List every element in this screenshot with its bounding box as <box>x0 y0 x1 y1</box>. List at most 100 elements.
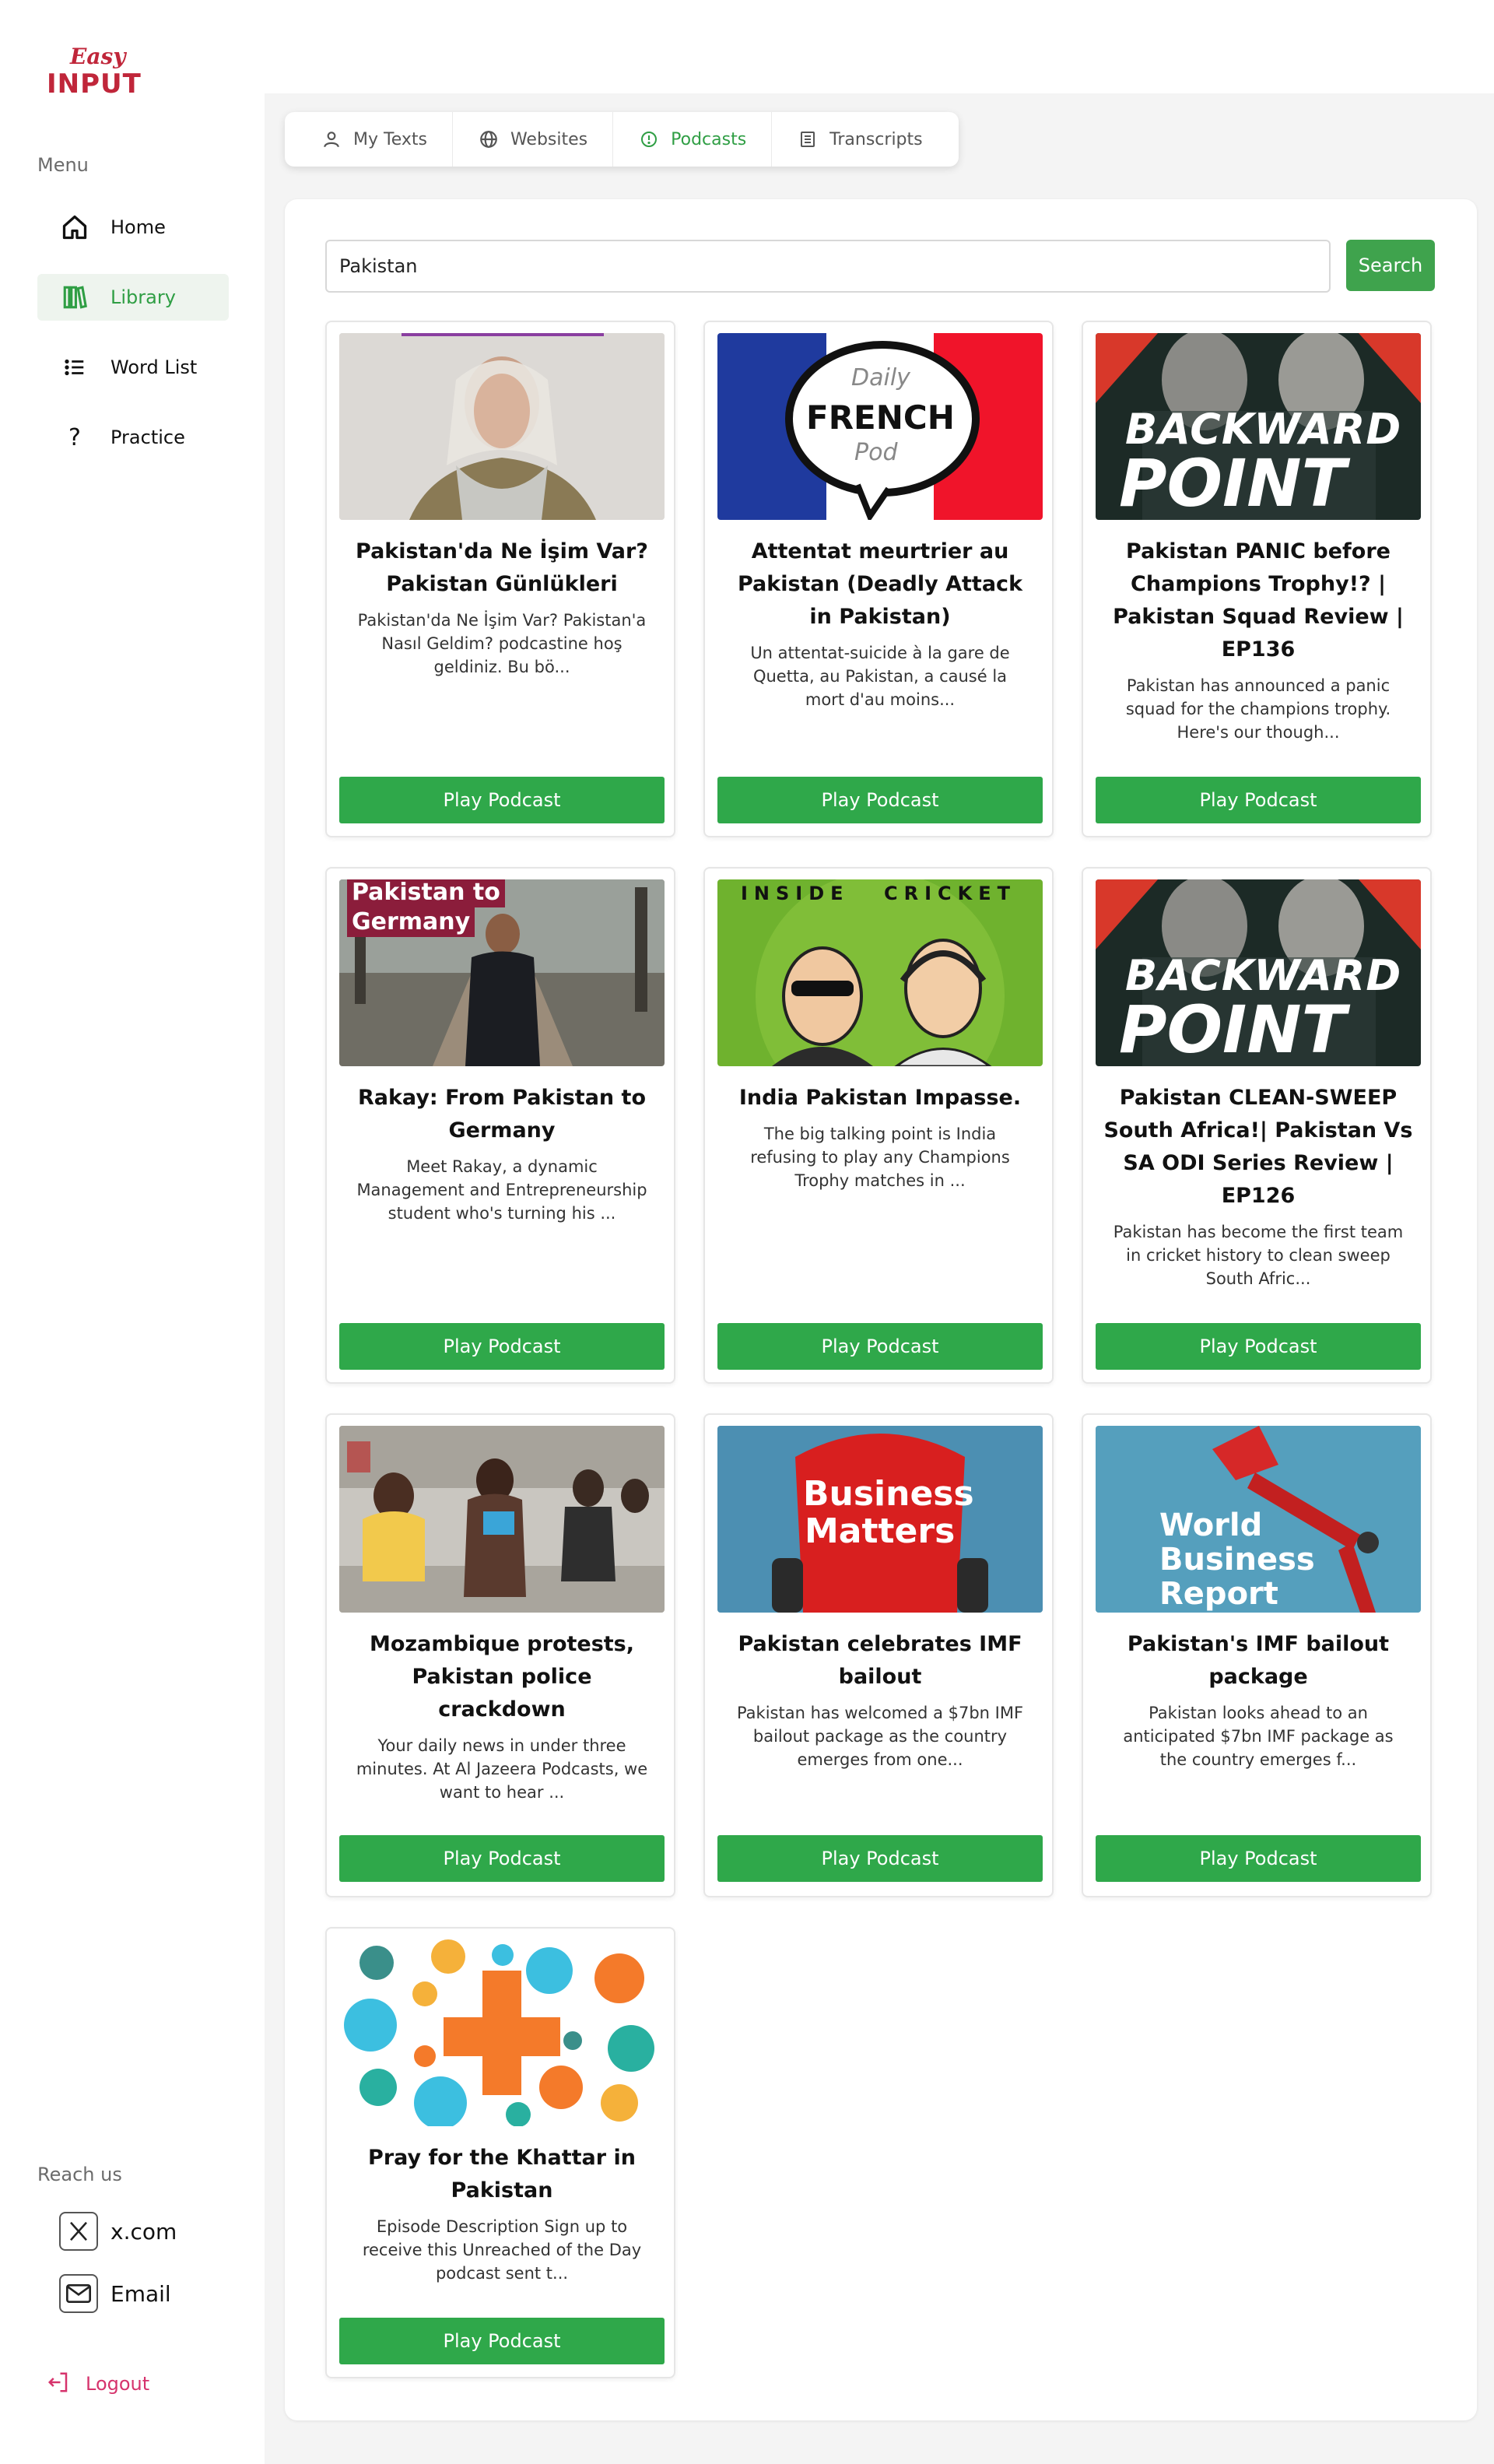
email-link[interactable]: Email <box>59 2274 171 2313</box>
sidebar-item-library[interactable]: Library <box>37 274 229 321</box>
podcast-card: Pakistan'da Ne İşim Var? Pakistan Günlük… <box>325 321 675 837</box>
play-podcast-button[interactable]: Play Podcast <box>717 1835 1043 1882</box>
reach-us-label: Reach us <box>37 2164 122 2185</box>
thumb-text: Pakistan to <box>347 879 505 907</box>
thumb-text: FRENCH <box>806 398 955 437</box>
logout-button[interactable]: Logout <box>47 2371 149 2397</box>
play-podcast-button[interactable]: Play Podcast <box>339 777 665 823</box>
document-icon <box>797 128 819 150</box>
logo-top-text: Easy <box>70 44 126 69</box>
sidebar-item-label: Library <box>110 286 176 308</box>
podcast-thumbnail: World Business Report <box>1096 1426 1421 1613</box>
thumb-text: Matters <box>805 1511 956 1551</box>
thumb-text: Daily <box>851 364 910 391</box>
play-podcast-button[interactable]: Play Podcast <box>717 777 1043 823</box>
logout-label: Logout <box>86 2373 150 2395</box>
sidebar-item-practice[interactable]: ? Practice <box>37 414 229 461</box>
podcast-title: Pakistan's IMF bailout package <box>1127 1632 1390 1689</box>
podcast-thumbnail <box>339 333 665 520</box>
podcast-description: The big talking point is India refusing … <box>750 1125 1010 1190</box>
sidebar-item-label: Practice <box>110 426 185 448</box>
user-icon <box>321 128 342 150</box>
search-input[interactable] <box>325 240 1331 293</box>
podcast-card: BACKWARD POINT Pakistan CLEAN-SWEEP Sout… <box>1082 867 1432 1384</box>
podcast-title: Pray for the Khattar in Pakistan <box>368 2146 636 2203</box>
tab-transcripts[interactable]: Transcripts <box>772 112 947 167</box>
thumb-text: CRICKET <box>884 883 1016 904</box>
info-circle-icon <box>638 128 660 150</box>
tab-my-texts[interactable]: My Texts <box>296 112 453 167</box>
x-icon <box>59 2212 98 2251</box>
podcast-card: Pakistan to Germany Rakay: From Pakistan… <box>325 867 675 1384</box>
play-podcast-button[interactable]: Play Podcast <box>1096 1835 1421 1882</box>
podcast-thumbnail: Pakistan to Germany <box>339 879 665 1066</box>
x-link-label: x.com <box>110 2218 177 2245</box>
question-icon: ? <box>68 423 81 451</box>
thumb-text: Business <box>1159 1542 1315 1578</box>
play-podcast-button[interactable]: Play Podcast <box>339 1323 665 1370</box>
sidebar-item-word-list[interactable]: Word List <box>37 344 229 391</box>
podcast-panel: Search Pakistan'da Ne İşim Var? Pakistan <box>285 199 1477 2420</box>
podcast-description: Pakistan'da Ne İşim Var? Pakistan'a Nası… <box>357 611 647 676</box>
podcast-title: Rakay: From Pakistan to Germany <box>357 1086 647 1142</box>
podcast-description: Episode Description Sign up to receive t… <box>362 2217 642 2283</box>
podcast-card: BACKWARD POINT Pakistan PANIC before Cha… <box>1082 321 1432 837</box>
podcast-description: Meet Rakay, a dynamic Management and Ent… <box>356 1157 647 1223</box>
podcast-card: INSIDE CRICKET India Pakistan Impasse. T… <box>703 867 1054 1384</box>
logo-bottom-text: INPUT <box>47 68 142 100</box>
easy-input-logo[interactable]: Easy INPUT <box>47 44 143 100</box>
tab-label: Transcripts <box>829 129 923 149</box>
sidebar-item-label: Home <box>110 216 166 238</box>
podcast-title: Pakistan PANIC before Champions Trophy!?… <box>1113 539 1404 662</box>
email-link-label: Email <box>110 2280 171 2307</box>
podcast-thumbnail: Daily FRENCH Pod <box>717 333 1043 520</box>
source-tabs: My Texts Websites Podcasts Transcripts <box>285 112 959 167</box>
sidebar-item-home[interactable]: Home <box>37 204 229 251</box>
play-podcast-button[interactable]: Play Podcast <box>339 2318 665 2364</box>
podcast-thumbnail: BACKWARD POINT <box>1096 333 1421 520</box>
podcast-title: India Pakistan Impasse. <box>738 1086 1022 1110</box>
menu-label: Menu <box>37 154 89 176</box>
mail-icon <box>59 2274 98 2313</box>
play-podcast-button[interactable]: Play Podcast <box>1096 777 1421 823</box>
thumb-text: Business <box>803 1474 974 1514</box>
globe-icon <box>478 128 500 150</box>
thumb-text: POINT <box>1119 992 1346 1066</box>
podcast-thumbnail: INSIDE CRICKET <box>717 879 1043 1066</box>
library-icon <box>59 282 90 313</box>
podcast-card: Business Matters Pakistan celebrates IMF… <box>703 1413 1054 1897</box>
podcast-title: Pakistan CLEAN-SWEEP South Africa!| Paki… <box>1103 1086 1413 1208</box>
x-link[interactable]: x.com <box>59 2212 177 2251</box>
podcast-card: Pray for the Khattar in Pakistan Episode… <box>325 1927 675 2378</box>
podcast-card: World Business Report Pakistan's IMF bai… <box>1082 1413 1432 1897</box>
podcast-title: Attentat meurtrier au Pakistan (Deadly A… <box>737 539 1023 629</box>
tab-podcasts[interactable]: Podcasts <box>613 112 773 167</box>
logout-icon <box>47 2371 70 2397</box>
podcast-title: Mozambique protests, Pakistan police cra… <box>369 1632 635 1722</box>
podcast-card: Daily FRENCH Pod Attentat meurtrier au P… <box>703 321 1054 837</box>
podcast-thumbnail: Business Matters <box>717 1426 1043 1613</box>
search-button[interactable]: Search <box>1346 240 1435 291</box>
thumb-text: Germany <box>347 907 475 937</box>
tab-websites[interactable]: Websites <box>453 112 614 167</box>
main-content: My Texts Websites Podcasts Transcripts S… <box>265 93 1494 2464</box>
tab-label: Websites <box>510 129 588 149</box>
home-icon <box>59 212 90 243</box>
play-podcast-button[interactable]: Play Podcast <box>717 1323 1043 1370</box>
podcast-description: Your daily news in under three minutes. … <box>356 1736 648 1802</box>
podcast-card: Mozambique protests, Pakistan police cra… <box>325 1413 675 1897</box>
podcast-description: Pakistan has announced a panic squad for… <box>1125 676 1391 742</box>
podcast-description: Pakistan has welcomed a $7bn IMF bailout… <box>736 1704 1024 1769</box>
play-podcast-button[interactable]: Play Podcast <box>339 1835 665 1882</box>
podcast-description: Pakistan has become the first team in cr… <box>1113 1223 1404 1288</box>
thumb-text: INSIDE <box>741 883 850 904</box>
play-podcast-button[interactable]: Play Podcast <box>1096 1323 1421 1370</box>
thumb-text: Pod <box>854 439 898 466</box>
tab-label: Podcasts <box>671 129 747 149</box>
tab-label: My Texts <box>353 129 427 149</box>
podcast-description: Un attentat-suicide à la gare de Quetta,… <box>750 644 1010 709</box>
podcast-thumbnail: BACKWARD POINT <box>1096 879 1421 1066</box>
thumb-text: Report <box>1159 1576 1278 1612</box>
thumb-text: POINT <box>1119 445 1346 520</box>
thumb-text: World <box>1159 1508 1263 1543</box>
